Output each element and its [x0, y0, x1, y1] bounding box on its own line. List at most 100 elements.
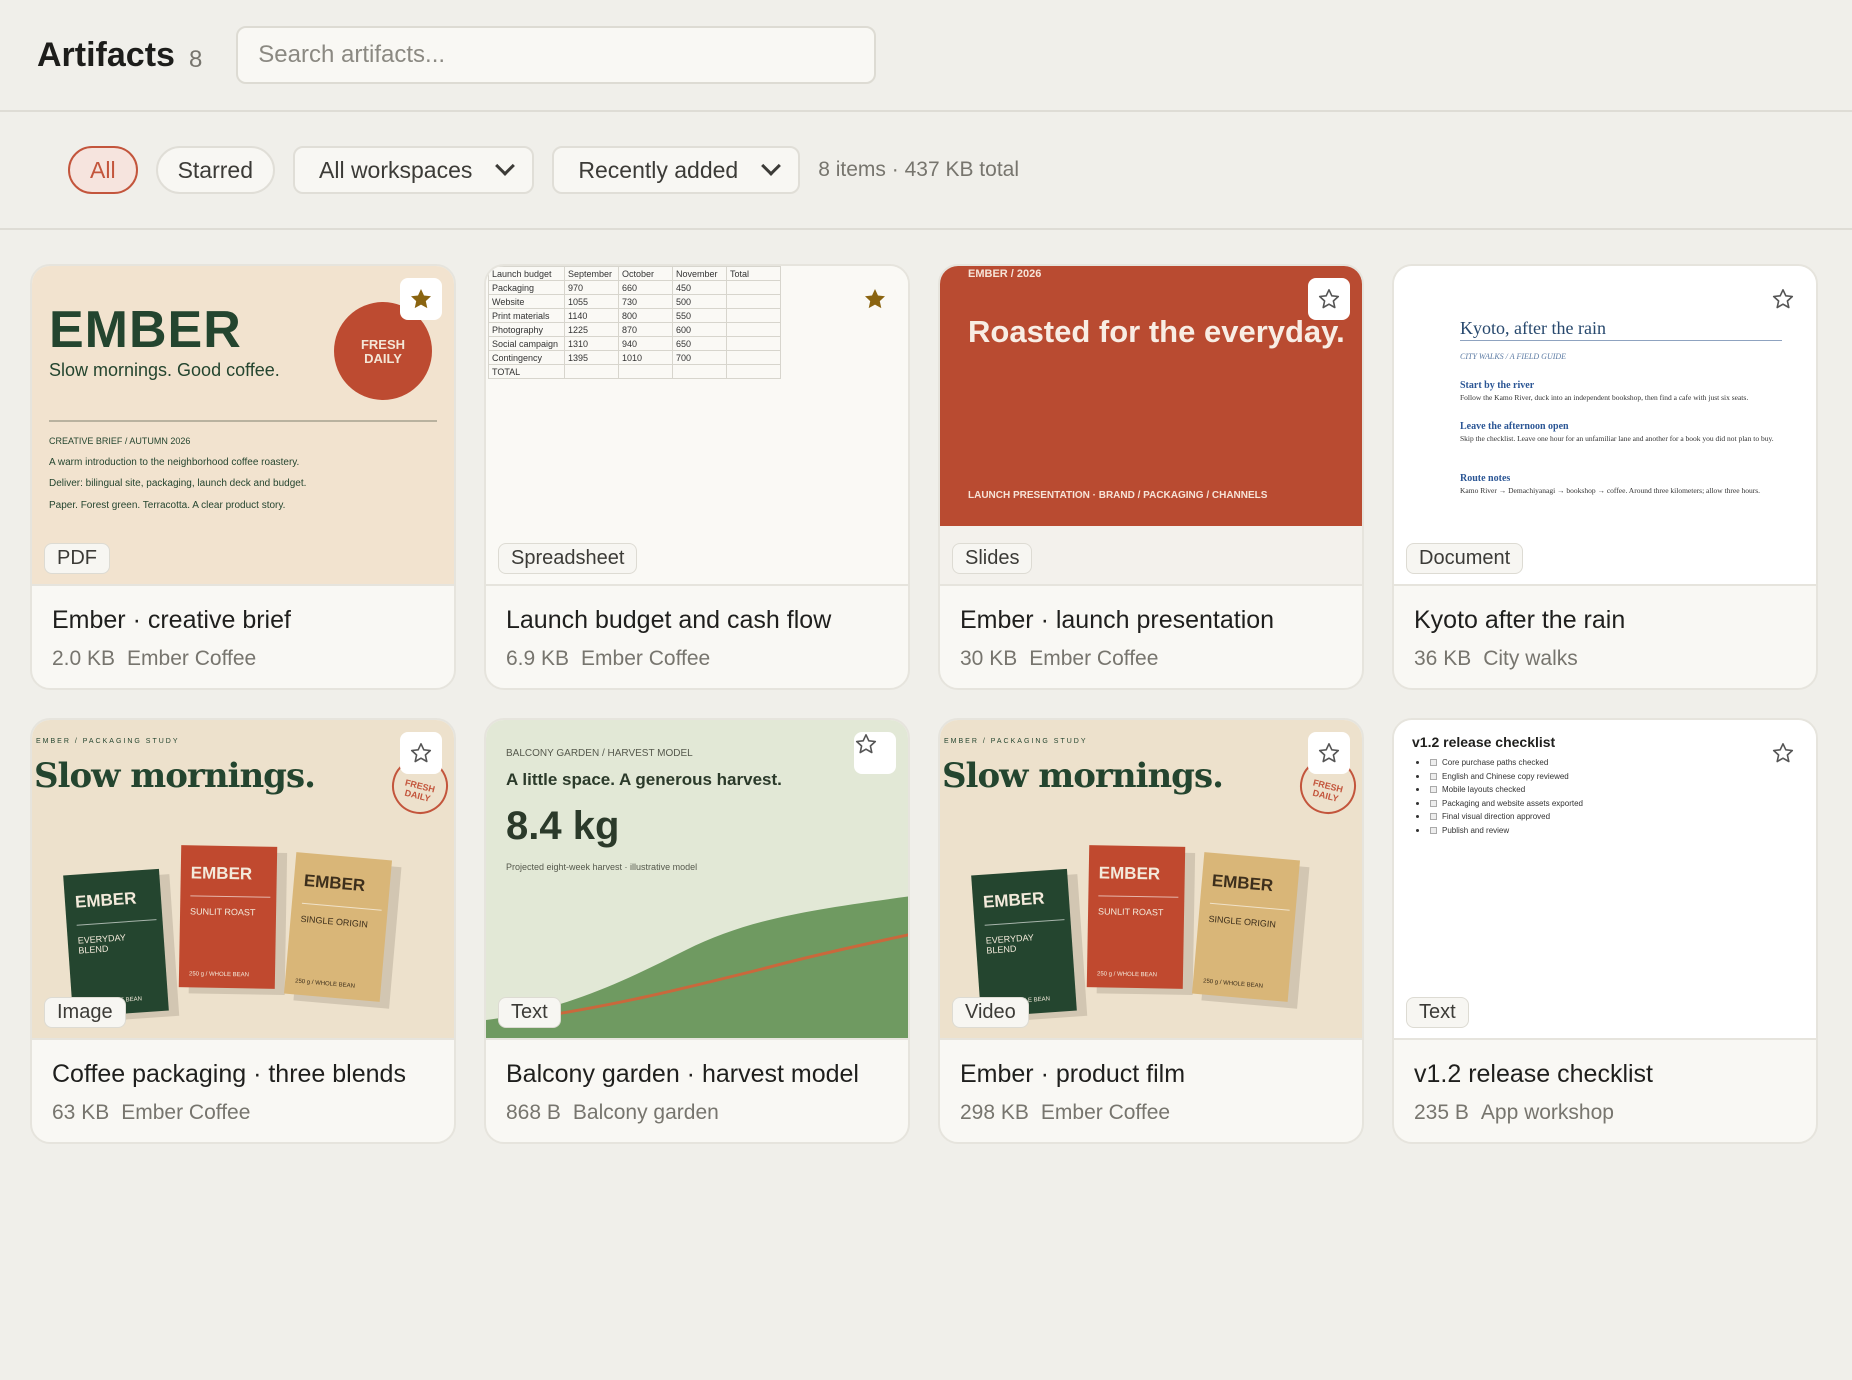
type-badge: Text — [498, 997, 561, 1028]
type-badge: Text — [1406, 997, 1469, 1028]
card-title: Launch budget and cash flow — [506, 606, 832, 634]
sheet-row: Social campaign 1310 940 650 — [488, 336, 781, 351]
artifact-thumbnail: BALCONY GARDEN / HARVEST MODEL A little … — [486, 720, 908, 1040]
card-title: Kyoto after the rain — [1414, 606, 1626, 634]
sheet-header-row: Launch budget September October November… — [488, 266, 781, 281]
star-button[interactable] — [400, 278, 442, 320]
bag-blend: SINGLE ORIGIN — [300, 913, 369, 930]
thumb-tagline: Slow mornings. Good coffee. — [49, 360, 280, 380]
card-subtitle: 868 B Balcony garden — [506, 1101, 888, 1125]
sort-select[interactable]: Recently added — [552, 146, 801, 194]
file-size: 6.9 KB — [506, 647, 570, 670]
card-meta: Ember · product film 298 KB Ember Coffee — [940, 1040, 1362, 1142]
star-button[interactable] — [854, 278, 896, 320]
star-button[interactable] — [854, 732, 896, 774]
artifact-card[interactable]: EMBER / 2026 Roasted for the everyday. L… — [938, 264, 1364, 690]
card-title: Ember · product film — [960, 1060, 1186, 1088]
search-input[interactable] — [258, 41, 855, 69]
workspace-select[interactable]: All workspaces — [293, 146, 535, 194]
star-outline-icon — [855, 734, 877, 754]
artifact-card[interactable]: Kyoto, after the rain CITY WALKS / A FIE… — [1392, 264, 1818, 690]
thumb-kicker: EMBER / PACKAGING STUDY — [36, 738, 180, 745]
workspace-name: App workshop — [1480, 1101, 1614, 1124]
sheet-cell: 800 — [618, 308, 673, 323]
artifact-card[interactable]: EMBER / PACKAGING STUDY Slow mornings. F… — [30, 718, 456, 1144]
checkbox — [1430, 772, 1437, 780]
thumb-line: Paper. Forest green. Terracotta. A clear… — [49, 500, 286, 511]
doc-paragraph: Follow the Kamo River, duck into an inde… — [1460, 393, 1749, 402]
artifact-card[interactable]: v1.2 release checklist Core purchase pat… — [1392, 718, 1818, 1144]
artifact-thumbnail: EMBER / PACKAGING STUDY Slow mornings. F… — [940, 720, 1362, 1040]
sheet-cell — [726, 364, 781, 379]
star-button[interactable] — [1308, 732, 1350, 774]
sheet-cell: Print materials — [488, 308, 565, 323]
checkbox — [1430, 786, 1437, 794]
bag-weight: 250 g / WHOLE BEAN — [294, 978, 356, 990]
slide-footer: LAUNCH PRESENTATION · BRAND / PACKAGING … — [968, 490, 1268, 501]
star-button[interactable] — [1308, 278, 1350, 320]
bag-blend: SUNLIT ROAST — [190, 906, 256, 918]
sheet-cell: 700 — [672, 350, 727, 365]
card-title: Balcony garden · harvest model — [506, 1060, 859, 1088]
star-button[interactable] — [1762, 732, 1804, 774]
card-meta: Balcony garden · harvest model 868 B Balc… — [486, 1040, 908, 1142]
artifact-thumbnail: EMBER / 2026 Roasted for the everyday. L… — [940, 266, 1362, 586]
coffee-bag: EMBER SINGLE ORIGIN 250 g / WHOLE BEAN — [1191, 852, 1301, 1002]
thumb-brand: EMBER — [49, 301, 242, 359]
sheet-cell: 500 — [672, 294, 727, 309]
thumb-line: Deliver: bilingual site, packaging, laun… — [49, 478, 307, 489]
coffee-bag: EMBER SUNLIT ROAST 250 g / WHOLE BEAN — [1086, 845, 1186, 989]
sheet-cell: Photography — [488, 322, 565, 337]
star-filled-icon — [865, 289, 885, 309]
artifact-card[interactable]: EMBER Slow mornings. Good coffee. FRESH D… — [30, 264, 456, 690]
sheet-cell: Website — [488, 294, 565, 309]
artifact-card[interactable]: BALCONY GARDEN / HARVEST MODEL A little … — [484, 718, 910, 1144]
doc-paragraph: Skip the checklist. Leave one hour for a… — [1460, 434, 1774, 443]
card-title: v1.2 release checklist — [1414, 1060, 1654, 1088]
star-outline-icon — [1772, 289, 1794, 309]
sheet-cell: 550 — [672, 308, 727, 323]
sheet-table: Launch budget September October November… — [488, 266, 781, 379]
star-button[interactable] — [1762, 278, 1804, 320]
card-title: Coffee packaging · three blends — [52, 1060, 406, 1088]
bag-name: EMBER — [1211, 870, 1274, 896]
artifact-card[interactable]: EMBER / PACKAGING STUDY Slow mornings. F… — [938, 718, 1364, 1144]
sheet-cell: September — [564, 266, 619, 281]
artifact-count: 8 — [188, 46, 203, 73]
card-subtitle: 6.9 KB Ember Coffee — [506, 647, 888, 671]
filter-all-chip[interactable]: All — [68, 146, 138, 194]
card-subtitle: 298 KB Ember Coffee — [960, 1101, 1342, 1125]
checklist-item-label: Packaging and website assets exported — [1442, 798, 1583, 808]
checkbox — [1430, 826, 1437, 834]
checklist-item-label: English and Chinese copy reviewed — [1442, 771, 1569, 781]
card-subtitle: 235 B App workshop — [1414, 1101, 1796, 1125]
bag-rule — [301, 902, 382, 911]
card-meta: Coffee packaging · three blends 63 KB Emb… — [32, 1040, 454, 1142]
bag-weight: 250 g / WHOLE BEAN — [1202, 978, 1264, 990]
workspace-name: Ember Coffee — [121, 1101, 251, 1124]
sheet-cell — [726, 280, 781, 295]
artifact-thumbnail: v1.2 release checklist Core purchase pat… — [1394, 720, 1816, 1040]
artifact-thumbnail: Kyoto, after the rain CITY WALKS / A FIE… — [1394, 266, 1816, 586]
star-button[interactable] — [400, 732, 442, 774]
sort-select-label: Recently added — [578, 156, 739, 183]
thumb-line: CREATIVE BRIEF / AUTUMN 2026 — [49, 436, 191, 446]
star-outline-icon — [410, 743, 432, 763]
harvest-area-graphic — [486, 896, 908, 1038]
sheet-cell — [564, 364, 619, 379]
doc-heading: Start by the river — [1460, 380, 1535, 391]
sheet-cell: TOTAL — [488, 364, 565, 379]
card-meta: Ember · creative brief 2.0 KB Ember Coffe… — [32, 586, 454, 688]
file-size: 868 B — [506, 1101, 561, 1124]
thumb-kicker: EMBER / PACKAGING STUDY — [944, 738, 1088, 745]
artifact-card[interactable]: Launch budget September October November… — [484, 264, 910, 690]
sheet-cell: Contingency — [488, 350, 565, 365]
search-box[interactable] — [236, 26, 877, 84]
file-size: 235 B — [1414, 1101, 1469, 1124]
card-subtitle: 2.0 KB Ember Coffee — [52, 647, 434, 671]
filter-starred-chip[interactable]: Starred — [155, 146, 275, 194]
type-badge: PDF — [44, 543, 110, 574]
bag-name: EMBER — [190, 863, 253, 884]
sheet-cell: Total — [726, 266, 781, 281]
checklist: Core purchase paths checked English and … — [1416, 756, 1583, 837]
